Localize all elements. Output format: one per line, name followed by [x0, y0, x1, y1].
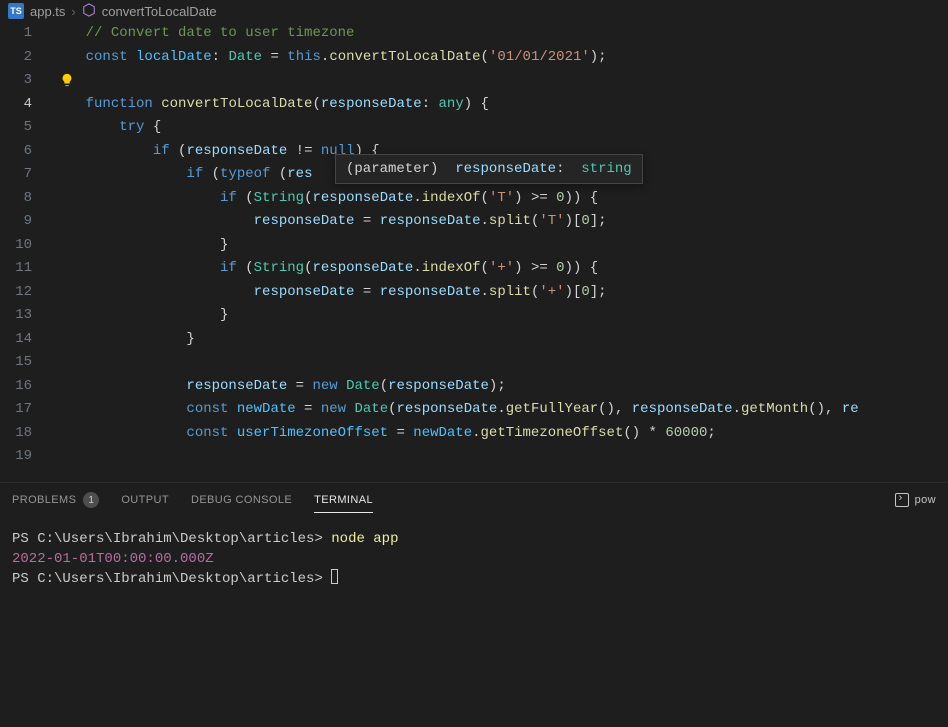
code-line[interactable]: 8 if (String(responseDate.indexOf('T') >…	[0, 187, 948, 211]
code-content[interactable]: }	[52, 234, 228, 258]
terminal-command: node app	[331, 531, 398, 547]
terminal-profile-icon[interactable]	[895, 493, 909, 507]
terminal-cursor	[331, 569, 338, 584]
breadcrumb[interactable]: TS app.ts › convertToLocalDate	[0, 0, 948, 22]
code-content[interactable]: const userTimezoneOffset = newDate.getTi…	[52, 422, 716, 446]
code-line[interactable]: 1 // Convert date to user timezone	[0, 22, 948, 46]
breadcrumb-symbol[interactable]: convertToLocalDate	[102, 4, 217, 19]
line-number: 12	[0, 281, 52, 305]
bottom-panel: PROBLEMS 1 OUTPUT DEBUG CONSOLE TERMINAL…	[0, 482, 948, 727]
code-line[interactable]: 2 const localDate: Date = this.convertTo…	[0, 46, 948, 70]
tab-problems[interactable]: PROBLEMS 1	[12, 486, 99, 514]
line-number: 3	[0, 69, 52, 93]
code-content[interactable]: const localDate: Date = this.convertToLo…	[52, 46, 607, 70]
line-number: 13	[0, 304, 52, 328]
line-number: 14	[0, 328, 52, 352]
tab-output[interactable]: OUTPUT	[121, 488, 169, 512]
panel-tabs: PROBLEMS 1 OUTPUT DEBUG CONSOLE TERMINAL…	[0, 483, 948, 517]
line-number: 6	[0, 140, 52, 164]
breadcrumb-file[interactable]: app.ts	[30, 4, 65, 19]
method-icon	[82, 3, 96, 20]
line-number: 17	[0, 398, 52, 422]
code-line[interactable]: 3	[0, 69, 948, 93]
code-content[interactable]: const newDate = new Date(responseDate.ge…	[52, 398, 859, 422]
code-content[interactable]: responseDate = new Date(responseDate);	[52, 375, 506, 399]
line-number: 1	[0, 22, 52, 46]
code-editor[interactable]: 1 // Convert date to user timezone2 cons…	[0, 22, 948, 482]
hover-param-type: string	[581, 161, 631, 177]
hover-param-name: responseDate	[455, 161, 556, 177]
code-content[interactable]: if (responseDate != null) {	[52, 140, 380, 164]
tab-terminal[interactable]: TERMINAL	[314, 488, 373, 513]
code-content[interactable]: if (typeof (res	[52, 163, 312, 187]
terminal-prompt: PS C:\Users\Ibrahim\Desktop\articles>	[12, 571, 331, 587]
code-line[interactable]: 4 function convertToLocalDate(responseDa…	[0, 93, 948, 117]
line-number: 9	[0, 210, 52, 234]
tab-problems-label: PROBLEMS	[12, 494, 76, 506]
code-content[interactable]: responseDate = responseDate.split('T')[0…	[52, 210, 607, 234]
terminal-line: PS C:\Users\Ibrahim\Desktop\articles> no…	[12, 529, 936, 549]
code-content[interactable]: if (String(responseDate.indexOf('T') >= …	[52, 187, 598, 211]
terminal[interactable]: PS C:\Users\Ibrahim\Desktop\articles> no…	[0, 517, 948, 727]
line-number: 19	[0, 445, 52, 469]
code-content[interactable]: }	[52, 328, 195, 352]
line-number: 16	[0, 375, 52, 399]
hover-tooltip: (parameter) responseDate: string	[335, 154, 643, 184]
code-content[interactable]: responseDate = responseDate.split('+')[0…	[52, 281, 607, 305]
code-line[interactable]: 19	[0, 445, 948, 469]
code-line[interactable]: 9 responseDate = responseDate.split('T')…	[0, 210, 948, 234]
code-line[interactable]: 18 const userTimezoneOffset = newDate.ge…	[0, 422, 948, 446]
terminal-output: 2022-01-01T00:00:00.000Z	[12, 549, 936, 569]
problems-count-badge: 1	[83, 492, 99, 508]
code-content[interactable]: }	[52, 304, 228, 328]
tab-debug-console[interactable]: DEBUG CONSOLE	[191, 488, 292, 512]
line-number: 11	[0, 257, 52, 281]
hover-kind: (parameter)	[346, 161, 438, 177]
line-number: 5	[0, 116, 52, 140]
breadcrumb-separator: ›	[71, 4, 75, 19]
terminal-profile-label[interactable]: pow	[915, 494, 936, 506]
code-line[interactable]: 15	[0, 351, 948, 375]
terminal-line: PS C:\Users\Ibrahim\Desktop\articles>	[12, 569, 936, 589]
file-type-badge: TS	[8, 3, 24, 19]
code-line[interactable]: 5 try {	[0, 116, 948, 140]
terminal-prompt: PS C:\Users\Ibrahim\Desktop\articles>	[12, 531, 331, 547]
line-number: 2	[0, 46, 52, 70]
line-number: 7	[0, 163, 52, 187]
code-line[interactable]: 17 const newDate = new Date(responseDate…	[0, 398, 948, 422]
line-number: 18	[0, 422, 52, 446]
line-number: 10	[0, 234, 52, 258]
line-number: 8	[0, 187, 52, 211]
code-content[interactable]: if (String(responseDate.indexOf('+') >= …	[52, 257, 598, 281]
code-content[interactable]: function convertToLocalDate(responseDate…	[52, 93, 489, 117]
code-line[interactable]: 12 responseDate = responseDate.split('+'…	[0, 281, 948, 305]
code-line[interactable]: 14 }	[0, 328, 948, 352]
code-line[interactable]: 13 }	[0, 304, 948, 328]
code-line[interactable]: 11 if (String(responseDate.indexOf('+') …	[0, 257, 948, 281]
code-line[interactable]: 16 responseDate = new Date(responseDate)…	[0, 375, 948, 399]
lightbulb-icon[interactable]	[60, 73, 74, 92]
code-content[interactable]: try {	[52, 116, 161, 140]
code-line[interactable]: 10 }	[0, 234, 948, 258]
code-content[interactable]: // Convert date to user timezone	[52, 22, 354, 46]
line-number: 15	[0, 351, 52, 375]
line-number: 4	[0, 93, 52, 117]
